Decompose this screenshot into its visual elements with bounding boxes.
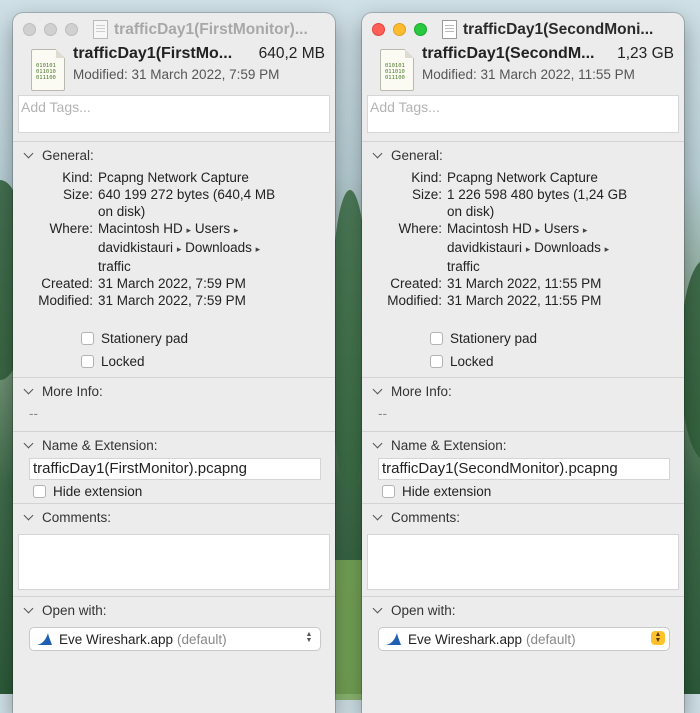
comments-header[interactable]: Comments: bbox=[362, 504, 684, 530]
path-arrow-icon: ▸ bbox=[186, 225, 192, 235]
chevron-down-icon bbox=[372, 438, 383, 449]
traffic-lights bbox=[23, 23, 78, 36]
more-info-section: More Info: -- bbox=[362, 377, 684, 431]
name-extension-header[interactable]: Name & Extension: bbox=[13, 432, 335, 458]
stepper-icon: ▲ ▼ bbox=[305, 631, 313, 644]
tags-field[interactable]: Add Tags... bbox=[367, 95, 679, 133]
chevron-down-icon bbox=[23, 510, 34, 521]
file-size: 640,2 MB bbox=[258, 45, 325, 62]
minimize-button[interactable] bbox=[44, 23, 57, 36]
comments-field[interactable] bbox=[367, 534, 679, 590]
chevron-down-icon bbox=[23, 438, 34, 449]
general-header[interactable]: General: bbox=[13, 142, 335, 168]
name-extension-section: Name & Extension: trafficDay1(SecondMoni… bbox=[362, 431, 684, 503]
more-info-header[interactable]: More Info: bbox=[362, 378, 684, 404]
close-button[interactable] bbox=[23, 23, 36, 36]
name-extension-section: Name & Extension: trafficDay1(FirstMonit… bbox=[13, 431, 335, 503]
pcap-file-icon: 010101 011010 011100 bbox=[31, 49, 65, 91]
comments-header[interactable]: Comments: bbox=[13, 504, 335, 530]
window-title: trafficDay1(FirstMonitor)... bbox=[93, 20, 327, 39]
filename-input[interactable]: trafficDay1(FirstMonitor).pcapng bbox=[29, 458, 321, 480]
more-info-header[interactable]: More Info: bbox=[13, 378, 335, 404]
document-icon bbox=[93, 20, 108, 39]
title-bar[interactable]: trafficDay1(SecondMoni... bbox=[362, 13, 684, 45]
traffic-lights bbox=[372, 23, 427, 36]
general-info: Kind: Pcapng Network Capture Size: 640 199… bbox=[38, 170, 276, 308]
wireshark-icon bbox=[37, 633, 52, 645]
chevron-down-icon bbox=[23, 148, 34, 159]
general-section: General: Kind: Pcapng Network Capture Siz… bbox=[362, 141, 684, 377]
hide-extension-checkbox[interactable]: Hide extension bbox=[13, 480, 335, 503]
path-arrow-icon: ▸ bbox=[255, 244, 261, 254]
path-arrow-icon: ▸ bbox=[233, 225, 239, 235]
locked-checkbox[interactable]: Locked bbox=[362, 350, 684, 373]
file-size: 1,23 GB bbox=[617, 45, 674, 62]
window-title: trafficDay1(SecondMoni... bbox=[442, 20, 676, 39]
comments-field[interactable] bbox=[18, 534, 330, 590]
general-header[interactable]: General: bbox=[362, 142, 684, 168]
zoom-button[interactable] bbox=[65, 23, 78, 36]
stepper-icon: ▲ ▼ bbox=[651, 631, 665, 645]
path-arrow-icon: ▸ bbox=[176, 244, 182, 254]
open-with-header[interactable]: Open with: bbox=[13, 597, 335, 623]
path-arrow-icon: ▸ bbox=[525, 244, 531, 254]
open-with-select[interactable]: Eve Wireshark.app (default) ▲ ▼ bbox=[378, 627, 670, 651]
path-arrow-icon: ▸ bbox=[535, 225, 541, 235]
stationery-checkbox[interactable]: Stationery pad bbox=[13, 327, 335, 350]
comments-section: Comments: bbox=[362, 503, 684, 596]
chevron-down-icon bbox=[372, 384, 383, 395]
info-window-first: trafficDay1(FirstMonitor)... 010101 01101… bbox=[13, 13, 335, 713]
document-icon bbox=[442, 20, 457, 39]
chevron-down-icon bbox=[372, 148, 383, 159]
tags-field[interactable]: Add Tags... bbox=[18, 95, 330, 133]
info-window-second: trafficDay1(SecondMoni... 010101 011010 01… bbox=[362, 13, 684, 713]
more-info-section: More Info: -- bbox=[13, 377, 335, 431]
minimize-button[interactable] bbox=[393, 23, 406, 36]
filename-input[interactable]: trafficDay1(SecondMonitor).pcapng bbox=[378, 458, 670, 480]
path-arrow-icon: ▸ bbox=[582, 225, 588, 235]
hide-extension-checkbox[interactable]: Hide extension bbox=[362, 480, 684, 503]
open-with-header[interactable]: Open with: bbox=[362, 597, 684, 623]
chevron-down-icon bbox=[372, 510, 383, 521]
chevron-down-icon bbox=[23, 384, 34, 395]
chevron-down-icon bbox=[372, 603, 383, 614]
general-section: General: Kind: Pcapng Network Capture Siz… bbox=[13, 141, 335, 377]
chevron-down-icon bbox=[23, 603, 34, 614]
open-with-section: Open with: Eve Wireshark.app (default) ▲ ▼ bbox=[13, 596, 335, 651]
open-with-select[interactable]: Eve Wireshark.app (default) ▲ ▼ bbox=[29, 627, 321, 651]
file-header: 010101 011010 011100 trafficDay1(SecondM..… bbox=[362, 45, 684, 95]
file-header: 010101 011010 011100 trafficDay1(FirstMo..… bbox=[13, 45, 335, 95]
open-with-section: Open with: Eve Wireshark.app (default) ▲ ▼ bbox=[362, 596, 684, 651]
modified-date: Modified: 31 March 2022, 11:55 PM bbox=[422, 67, 635, 82]
locked-checkbox[interactable]: Locked bbox=[13, 350, 335, 373]
file-name: trafficDay1(SecondM... bbox=[422, 45, 595, 62]
comments-section: Comments: bbox=[13, 503, 335, 596]
pcap-file-icon: 010101 011010 011100 bbox=[380, 49, 414, 91]
wireshark-icon bbox=[386, 633, 401, 645]
close-button[interactable] bbox=[372, 23, 385, 36]
stationery-checkbox[interactable]: Stationery pad bbox=[362, 327, 684, 350]
path-arrow-icon: ▸ bbox=[604, 244, 610, 254]
zoom-button[interactable] bbox=[414, 23, 427, 36]
modified-date: Modified: 31 March 2022, 7:59 PM bbox=[73, 67, 280, 82]
title-bar[interactable]: trafficDay1(FirstMonitor)... bbox=[13, 13, 335, 45]
name-extension-header[interactable]: Name & Extension: bbox=[362, 432, 684, 458]
file-name: trafficDay1(FirstMo... bbox=[73, 45, 233, 62]
general-info: Kind: Pcapng Network Capture Size: 1 226 5… bbox=[387, 170, 628, 308]
